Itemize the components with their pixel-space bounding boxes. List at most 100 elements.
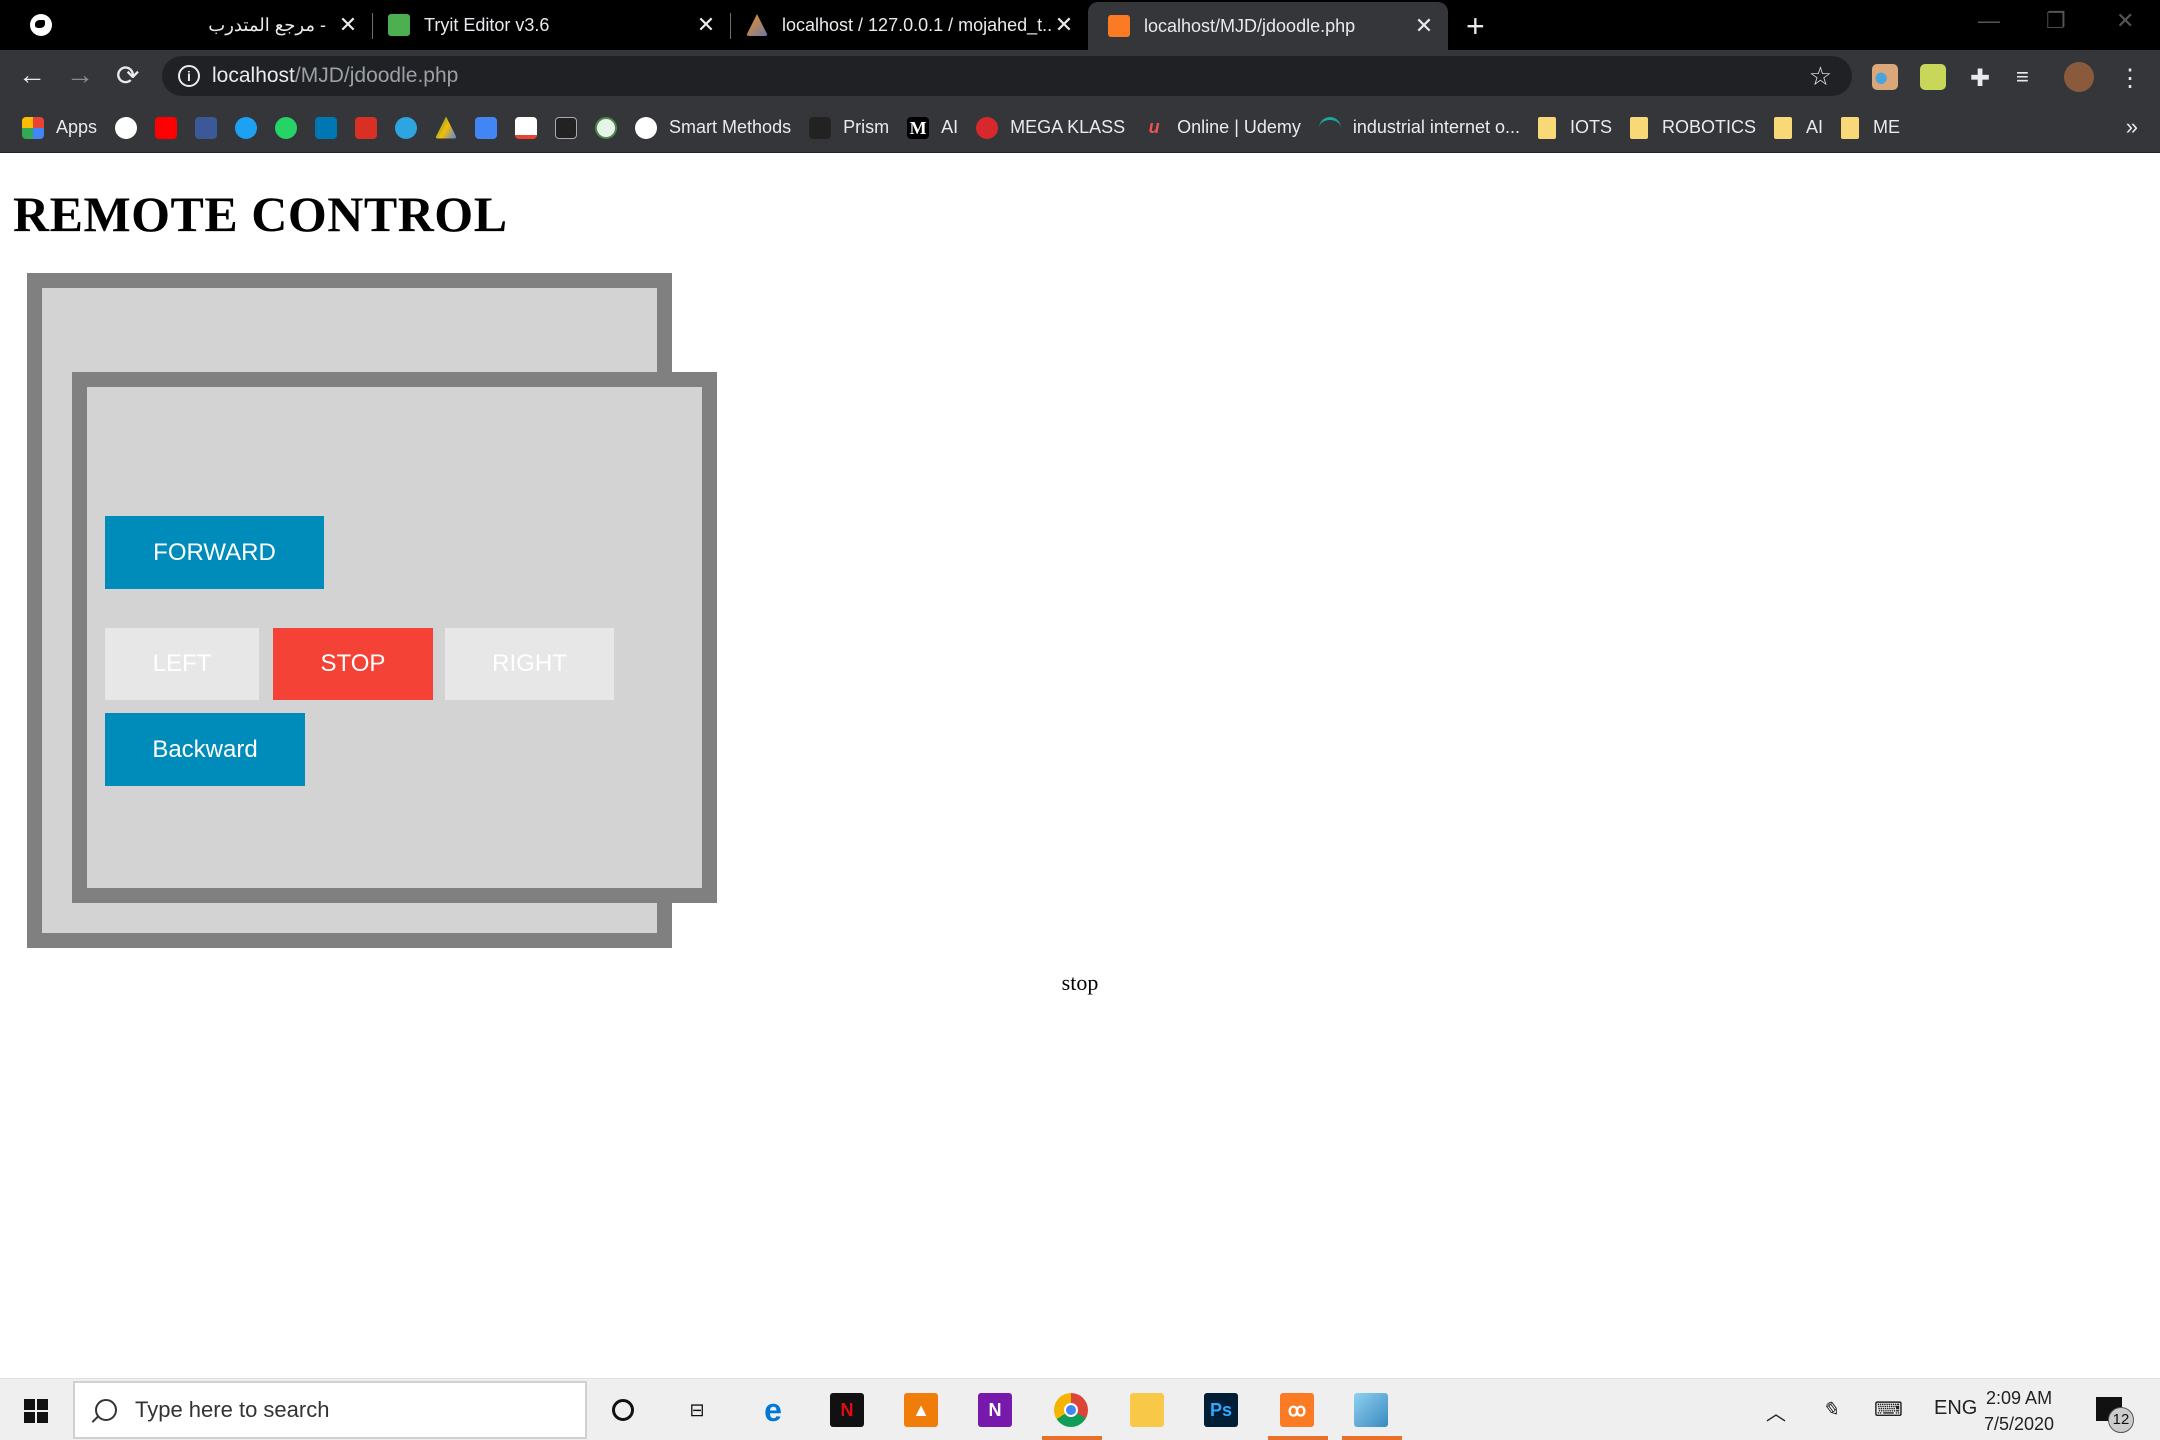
tab-title: Tryit Editor v3.6	[424, 14, 550, 35]
close-tab-icon[interactable]: ✕	[336, 12, 360, 38]
site-info-icon[interactable]: i	[178, 65, 200, 87]
bookmark-industrial-internet[interactable]: industrial internet o...	[1318, 116, 1520, 139]
tab-separator	[730, 13, 731, 39]
left-button[interactable]: LEFT	[105, 628, 259, 700]
bookmark-google-translate[interactable]	[475, 116, 498, 139]
xampp-icon	[1108, 15, 1130, 37]
bookmark-prism[interactable]: Prism	[809, 116, 890, 139]
address-bar[interactable]: i localhost/MJD/jdoodle.php ☆	[162, 56, 1852, 96]
file-explorer-icon[interactable]	[1130, 1393, 1164, 1427]
folder-icon	[1841, 116, 1860, 139]
bookmark-label: Online | Udemy	[1177, 117, 1301, 137]
bookmark-folder-robotics[interactable]: ROBOTICS	[1630, 116, 1756, 139]
bookmark-apps[interactable]: Apps	[22, 116, 98, 139]
blackboard-icon	[555, 116, 578, 139]
bookmark-label: Apps	[56, 117, 98, 137]
forward-nav-icon[interactable]: →	[66, 59, 94, 91]
profile-avatar[interactable]	[2064, 62, 2094, 92]
close-tab-icon[interactable]: ✕	[1412, 13, 1436, 39]
telegram-icon	[395, 116, 418, 139]
close-tab-icon[interactable]: ✕	[1052, 12, 1076, 38]
restore-button[interactable]: ❐	[2046, 8, 2066, 34]
bookmark-blackboard[interactable]	[555, 116, 578, 139]
right-button[interactable]: RIGHT	[445, 628, 614, 700]
menu-kebab-icon[interactable]: ⋮	[2118, 64, 2144, 92]
notepad-icon[interactable]	[1354, 1393, 1388, 1427]
folder-icon	[1537, 116, 1556, 139]
google-icon	[115, 116, 138, 139]
cortana-icon[interactable]	[606, 1393, 640, 1427]
bookmark-mega-klass[interactable]: MEGA KLASS	[976, 116, 1125, 139]
media-control-icon[interactable]: ≡	[2016, 64, 2042, 90]
onenote-icon[interactable]: N	[978, 1393, 1012, 1427]
clock[interactable]: 2:09 AM 7/5/2020	[1984, 1385, 2054, 1437]
tab-trainee-reference[interactable]: مرجع المتدرب - ✕	[200, 0, 360, 50]
browser-toolbar: ← → ⟳ i localhost/MJD/jdoodle.php ☆ ✚ ≡ …	[0, 50, 2160, 103]
youtube-icon	[155, 116, 178, 139]
clock-time: 2:09 AM	[1986, 1388, 2053, 1408]
tab-tryit-editor[interactable]: Tryit Editor v3.6 ✕	[388, 0, 718, 50]
bookmark-label: IOTS	[1569, 117, 1612, 137]
status-text: stop	[1061, 970, 1099, 995]
tab-title: مرجع المتدرب -	[208, 14, 326, 35]
bookmark-smart-methods[interactable]: Smart Methods	[635, 116, 791, 139]
extensions-puzzle-icon[interactable]: ✚	[1970, 64, 1996, 92]
extension-avatar-icon[interactable]	[1872, 64, 1898, 90]
xampp-icon[interactable]: ꚙ	[1280, 1393, 1314, 1427]
tab-jdoodle-active[interactable]: localhost/MJD/jdoodle.php ✕	[1088, 2, 1448, 50]
taskbar-search-input[interactable]: Type here to search	[73, 1381, 587, 1439]
windows-start-icon[interactable]	[24, 1399, 48, 1423]
bookmark-udemy[interactable]: u Online | Udemy	[1143, 117, 1301, 139]
bookmark-folder-ai[interactable]: AI	[1774, 116, 1823, 139]
search-icon	[95, 1399, 117, 1421]
task-view-icon[interactable]: ⊟	[680, 1393, 714, 1427]
eye-icon	[1318, 116, 1341, 139]
show-hidden-icons-chevron[interactable]: ︿	[1766, 1397, 1786, 1426]
minimize-button[interactable]: —	[1978, 8, 2000, 34]
vlc-icon[interactable]: ▲	[904, 1393, 938, 1427]
backward-button[interactable]: Backward	[105, 713, 305, 786]
google-translate-icon	[475, 116, 498, 139]
bookmark-youtube[interactable]	[155, 116, 178, 139]
bookmark-telegram[interactable]	[395, 116, 418, 139]
forward-button[interactable]: FORWARD	[105, 516, 324, 589]
bookmark-star-icon[interactable]: ☆	[1809, 61, 1832, 92]
bookmark-linkedin[interactable]	[315, 116, 338, 139]
bookmark-google[interactable]	[115, 116, 138, 139]
reload-icon[interactable]: ⟳	[116, 59, 139, 92]
bookmark-folder-iots[interactable]: IOTS	[1537, 116, 1612, 139]
bookmark-facebook[interactable]	[195, 116, 218, 139]
globe-icon[interactable]	[30, 14, 52, 36]
photoshop-icon[interactable]: Ps	[1204, 1393, 1238, 1427]
tab-phpmyadmin[interactable]: localhost / 127.0.0.1 / mojahed_t... ✕	[746, 0, 1076, 50]
bookmark-gmail[interactable]	[515, 116, 538, 139]
bookmark-google-drive[interactable]	[435, 116, 458, 139]
bookmark-folder-me[interactable]: ME	[1841, 116, 1900, 139]
pen-workspace-icon[interactable]: ✎	[1822, 1397, 1839, 1422]
bookmark-twitter[interactable]	[235, 116, 258, 139]
close-tab-icon[interactable]: ✕	[694, 12, 718, 38]
extension-plant-icon[interactable]	[1920, 64, 1946, 90]
tab-title: localhost / 127.0.0.1 / mojahed_t...	[782, 14, 1052, 35]
bookmark-medium-ai[interactable]: M AI	[907, 116, 958, 139]
bookmark-university[interactable]	[595, 116, 618, 139]
university-icon	[595, 116, 618, 139]
phpmyadmin-icon	[746, 14, 768, 36]
new-tab-button[interactable]: +	[1466, 8, 1485, 45]
prism-icon	[809, 116, 832, 139]
gmail-icon	[515, 116, 538, 139]
chrome-icon[interactable]	[1054, 1393, 1088, 1427]
bookmark-calendar[interactable]	[355, 116, 378, 139]
stop-button[interactable]: STOP	[273, 628, 433, 700]
edge-icon[interactable]: e	[756, 1392, 790, 1428]
language-indicator[interactable]: ENG	[1934, 1397, 1977, 1420]
touch-keyboard-icon[interactable]: ⌨	[1874, 1397, 1903, 1422]
globe-icon	[635, 116, 658, 139]
page-title: REMOTE CONTROL	[13, 186, 508, 242]
back-icon[interactable]: ←	[18, 59, 46, 91]
bookmark-whatsapp[interactable]	[275, 116, 298, 139]
bookmark-label: Prism	[843, 117, 890, 137]
netflix-icon[interactable]: N	[830, 1393, 864, 1427]
more-bookmarks-button[interactable]: »	[2126, 114, 2138, 140]
close-window-button[interactable]: ✕	[2116, 8, 2134, 34]
